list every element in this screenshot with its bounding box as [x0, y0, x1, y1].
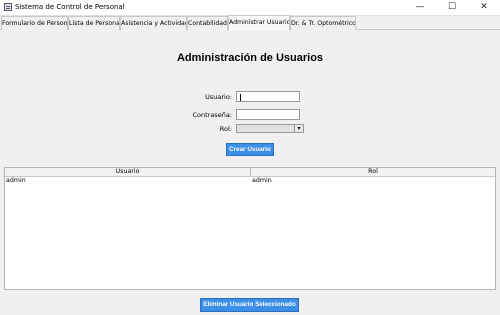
text-caret — [240, 94, 241, 101]
users-table[interactable]: Usuario Rol admin admin — [4, 167, 496, 290]
tab-bar: Formulario de Personal Lista de Personal… — [0, 15, 500, 31]
password-label: Contraseña: — [192, 111, 232, 119]
tab-administrar-usuarios[interactable]: Administrar Usuarios — [228, 15, 290, 31]
tab-lista-personal[interactable]: Lista de Personal — [68, 16, 120, 30]
maximize-button[interactable]: ☐ — [436, 0, 468, 15]
title-bar: Sistema de Control de Personal — ☐ ✕ — [0, 0, 500, 16]
minimize-button[interactable]: — — [404, 0, 436, 15]
user-label: Usuario: — [205, 93, 232, 101]
window-title: Sistema de Control de Personal — [15, 3, 125, 11]
tab-optometrico[interactable]: Dr. & Tr. Optométrico — [290, 16, 356, 30]
tab-asistencia-actividad[interactable]: Asistencia y Actividad — [120, 16, 187, 30]
delete-user-button[interactable]: Eliminar Usuario Seleccionado — [200, 298, 299, 312]
user-input[interactable] — [236, 91, 300, 102]
chevron-down-icon[interactable]: ▾ — [294, 125, 303, 132]
cell-rol: admin — [252, 177, 272, 184]
page-title: Administración de Usuarios — [176, 52, 324, 64]
role-label: Rol: — [219, 125, 232, 133]
app-window-icon — [4, 3, 12, 11]
role-select[interactable]: ▾ — [236, 124, 304, 133]
close-button[interactable]: ✕ — [468, 0, 500, 15]
column-header-usuario[interactable]: Usuario — [5, 168, 251, 177]
column-header-rol[interactable]: Rol — [251, 168, 495, 177]
tab-formulario-personal[interactable]: Formulario de Personal — [1, 16, 68, 30]
tab-contabilidad[interactable]: Contabilidad — [187, 16, 228, 30]
table-row[interactable]: admin admin — [5, 177, 495, 186]
cell-usuario: admin — [6, 177, 26, 184]
password-input[interactable] — [236, 109, 300, 120]
create-user-button[interactable]: Crear Usuario — [226, 143, 274, 156]
